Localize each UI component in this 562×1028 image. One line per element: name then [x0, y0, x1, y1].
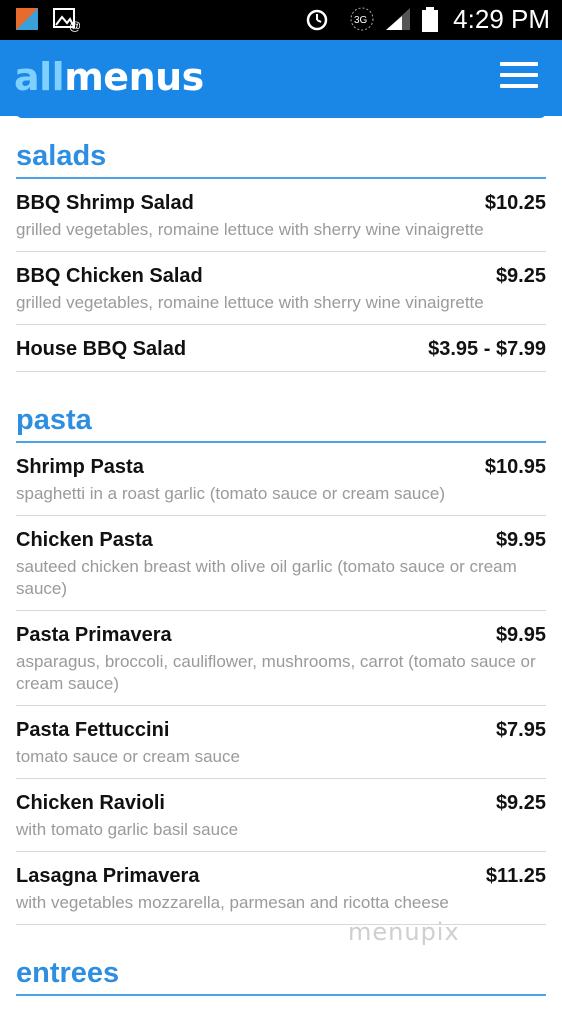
menu-item[interactable]: BBQ Chicken Salad $9.25 grilled vegetabl… — [16, 252, 546, 325]
menu-item[interactable]: Chicken Ravioli $9.25 with tomato garlic… — [16, 779, 546, 852]
app-bar-bottom-tab — [16, 108, 546, 118]
item-price: $10.95 — [484, 456, 546, 478]
menupix-watermark: menupix — [348, 918, 460, 946]
item-price: $11.25 — [485, 865, 546, 887]
svg-text:3G: 3G — [354, 15, 368, 26]
menu-item[interactable]: Shrimp Pasta $10.95 spaghetti in a roast… — [16, 443, 546, 516]
network-3g-icon: 3G — [350, 7, 374, 31]
item-description: with vegetables mozzarella, parmesan and… — [16, 893, 449, 912]
item-price: $9.95 — [495, 624, 546, 646]
item-name: House BBQ Salad — [16, 338, 187, 360]
item-name: BBQ Shrimp Salad — [16, 192, 194, 214]
status-bar: @ 3G 4:29 PM — [0, 0, 562, 40]
alarm-icon — [306, 9, 328, 31]
item-description: sauteed chicken breast with olive oil ga… — [16, 557, 517, 598]
item-price: $10.25 — [484, 192, 546, 214]
item-name: Chicken Pasta — [16, 529, 153, 551]
logo-suffix: menus — [64, 55, 204, 99]
item-name: Pasta Primavera — [16, 624, 172, 646]
item-description: with tomato garlic basil sauce — [16, 820, 239, 839]
section-entrees: entrees — [16, 957, 546, 996]
item-description: grilled vegetables, romaine lettuce with… — [16, 293, 484, 312]
item-name: BBQ Chicken Salad — [16, 265, 203, 287]
item-price: $9.25 — [495, 792, 546, 814]
item-description: tomato sauce or cream sauce — [16, 747, 240, 766]
menu-item[interactable]: BBQ Shrimp Salad $10.25 grilled vegetabl… — [16, 179, 546, 252]
menu-item[interactable]: House BBQ Salad $3.95 - $7.99 — [16, 325, 546, 372]
image-icon: @ — [53, 8, 80, 32]
hamburger-icon[interactable] — [500, 62, 538, 88]
menu-item[interactable]: Chicken Pasta $9.95 sauteed chicken brea… — [16, 516, 546, 611]
item-price: $9.25 — [495, 265, 546, 287]
item-description: spaghetti in a roast garlic (tomato sauc… — [16, 484, 445, 503]
section-title: pasta — [16, 404, 546, 443]
item-name: Pasta Fettuccini — [16, 719, 170, 741]
item-price: $9.95 — [495, 529, 546, 551]
item-description: asparagus, broccoli, cauliflower, mushro… — [16, 652, 536, 693]
logo-prefix: all — [14, 55, 65, 99]
allmenus-logo[interactable]: allmenus — [14, 55, 204, 99]
app-icon — [16, 8, 38, 30]
item-description: grilled vegetables, romaine lettuce with… — [16, 220, 484, 239]
item-price: $7.95 — [495, 719, 546, 741]
menu-content: salads BBQ Shrimp Salad $10.25 grilled v… — [16, 140, 546, 1028]
section-pasta: pasta Shrimp Pasta $10.95 spaghetti in a… — [16, 404, 546, 925]
item-price: $3.95 - $7.99 — [428, 338, 546, 360]
menu-item[interactable]: Pasta Primavera $9.95 asparagus, broccol… — [16, 611, 546, 706]
item-name: Shrimp Pasta — [16, 456, 144, 478]
item-name: Lasagna Primavera — [16, 865, 200, 887]
signal-icon — [386, 8, 410, 30]
section-title: entrees — [16, 957, 546, 996]
menu-item[interactable]: Pasta Fettuccini $7.95 tomato sauce or c… — [16, 706, 546, 779]
svg-text:@: @ — [69, 19, 80, 32]
menu-item[interactable]: Lasagna Primavera $11.25 with vegetables… — [16, 852, 546, 925]
section-salads: salads BBQ Shrimp Salad $10.25 grilled v… — [16, 140, 546, 372]
battery-icon — [422, 7, 438, 32]
item-name: Chicken Ravioli — [16, 792, 165, 814]
status-time: 4:29 PM — [453, 4, 550, 34]
section-title: salads — [16, 140, 546, 179]
